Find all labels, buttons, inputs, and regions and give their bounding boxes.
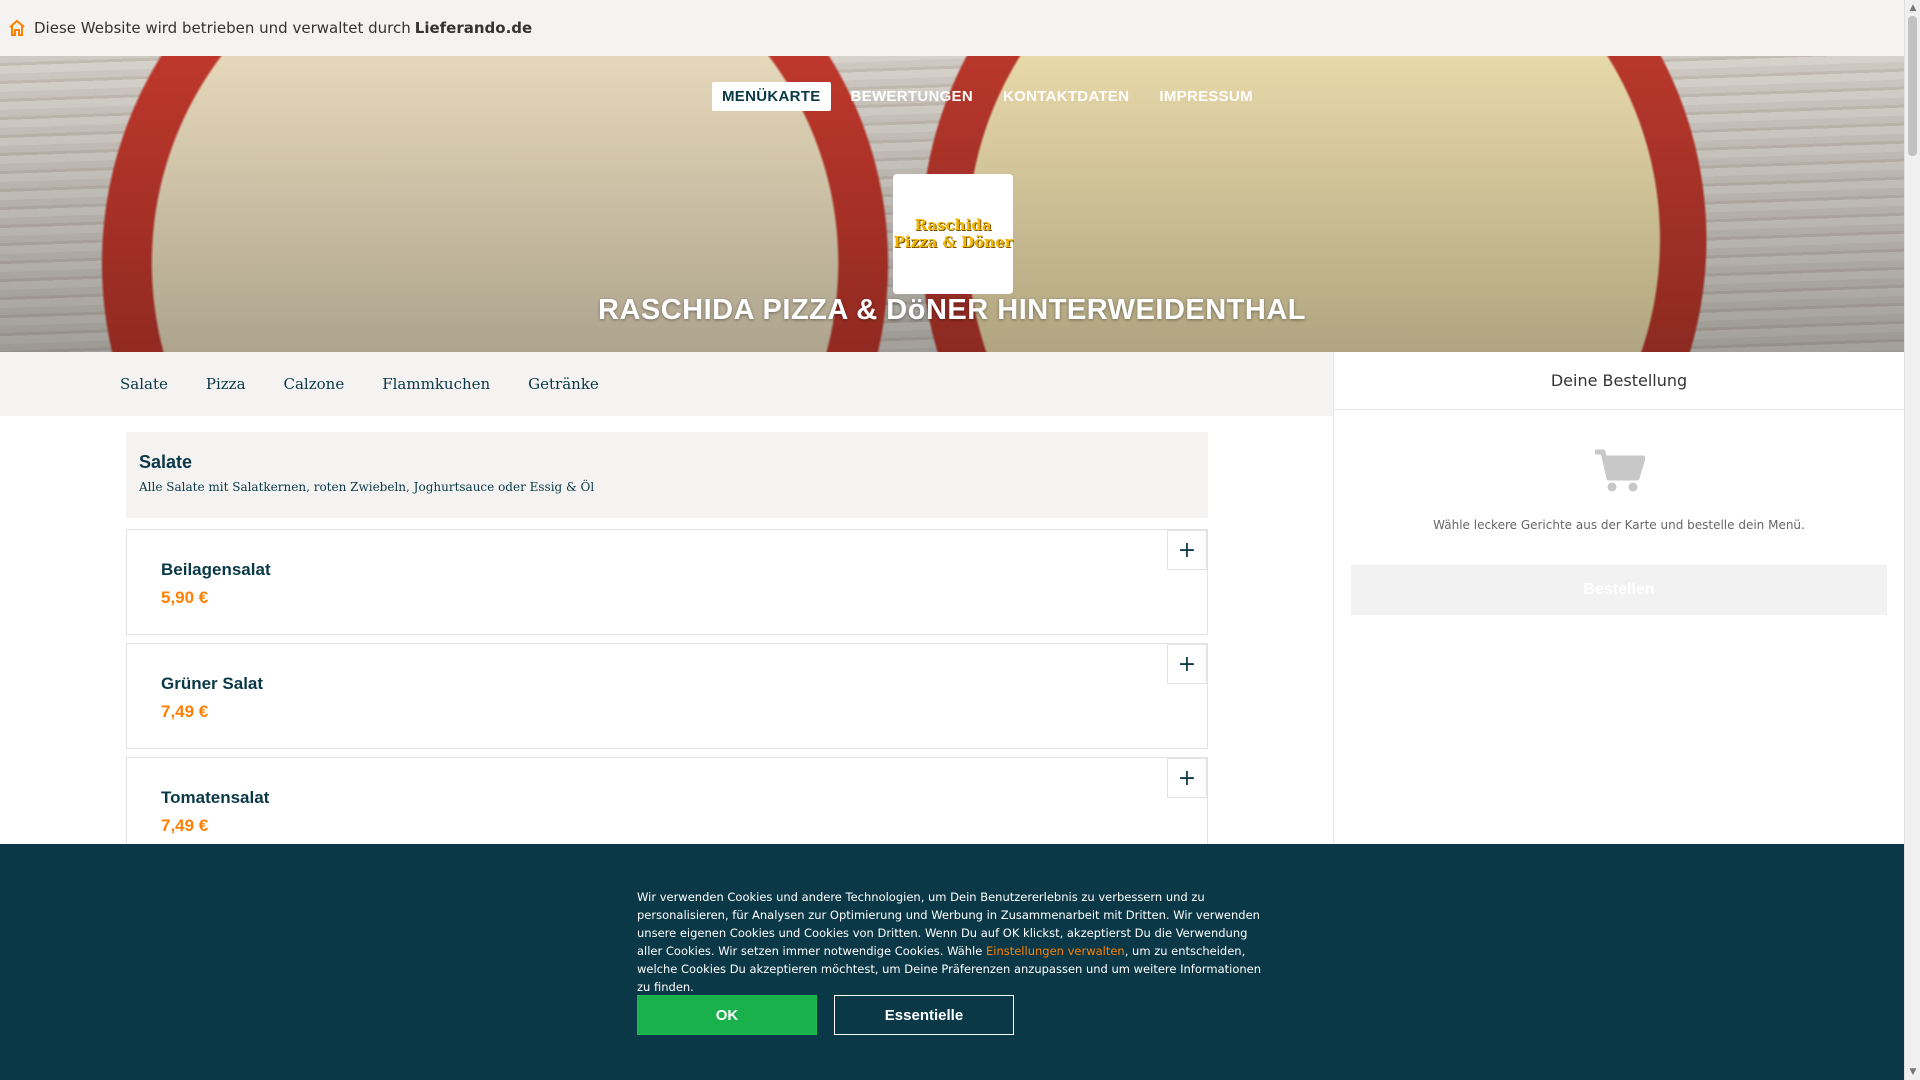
scroll-up-arrow-icon[interactable]: ▲	[1905, 0, 1920, 16]
menu-item-name: Beilagensalat	[161, 560, 271, 579]
logo-line-2: Pizza & Döner	[893, 233, 1013, 251]
add-to-cart-button[interactable]: +	[1167, 644, 1207, 684]
section-title: Salate	[139, 452, 193, 472]
menu-item-price: 7,49 €	[161, 702, 209, 721]
cookie-settings-link[interactable]: Einstellungen verwalten	[986, 944, 1125, 958]
page-scrollbar[interactable]: ▲ ▼	[1904, 0, 1920, 1080]
cookie-essential-button[interactable]: Essentielle	[834, 995, 1014, 1035]
basket-empty-text: Wähle leckere Gerichte aus der Karte und…	[1433, 518, 1805, 532]
menu-item[interactable]: Beilagensalat 5,90 € +	[126, 529, 1208, 635]
cookie-ok-button[interactable]: OK	[637, 995, 817, 1035]
nav-bewertungen[interactable]: BEWERTUNGEN	[841, 82, 983, 111]
menu-item-name: Grüner Salat	[161, 674, 264, 693]
cookie-banner: Wir verwenden Cookies und andere Technol…	[0, 844, 1904, 1080]
menu-section-header: Salate Alle Salate mit Salatkernen, rote…	[126, 432, 1208, 518]
restaurant-title: RASCHIDA PIZZA & DöNER HINTERWEIDENTHAL	[598, 294, 1306, 326]
main-nav: MENÜKARTE BEWERTUNGEN KONTAKTDATEN IMPRE…	[712, 82, 1263, 111]
menu-item-price: 7,49 €	[161, 816, 209, 835]
cart-icon	[1593, 448, 1646, 498]
scrollbar-thumb[interactable]	[1908, 16, 1917, 156]
operator-text: Diese Website wird betrieben und verwalt…	[34, 19, 411, 37]
operator-brand: Lieferando.de	[414, 19, 533, 37]
logo-line-1: Raschida	[914, 216, 992, 234]
category-nav: Salate Pizza Calzone Flammkuchen Getränk…	[0, 352, 1333, 416]
category-flammkuchen[interactable]: Flammkuchen	[382, 375, 490, 393]
basket-title: Deine Bestellung	[1334, 352, 1904, 410]
cookie-text: Wir verwenden Cookies und andere Technol…	[637, 888, 1263, 996]
menu-item-price: 5,90 €	[161, 588, 209, 607]
order-button[interactable]: Bestellen	[1351, 565, 1887, 615]
hero-banner: MENÜKARTE BEWERTUNGEN KONTAKTDATEN IMPRE…	[0, 56, 1904, 352]
menu-item-name: Tomatensalat	[161, 788, 270, 807]
category-getraenke[interactable]: Getränke	[528, 375, 599, 393]
add-to-cart-button[interactable]: +	[1167, 530, 1207, 570]
nav-kontaktdaten[interactable]: KONTAKTDATEN	[993, 82, 1139, 111]
operator-info-bar: Diese Website wird betrieben und verwalt…	[0, 0, 1904, 56]
category-calzone[interactable]: Calzone	[284, 375, 345, 393]
scroll-down-arrow-icon[interactable]: ▼	[1905, 1064, 1920, 1080]
section-description: Alle Salate mit Salatkernen, roten Zwieb…	[139, 480, 595, 494]
add-to-cart-button[interactable]: +	[1167, 758, 1207, 798]
nav-menukarte[interactable]: MENÜKARTE	[712, 82, 831, 111]
restaurant-logo: Raschida Pizza & Döner	[893, 174, 1013, 294]
category-pizza[interactable]: Pizza	[206, 375, 246, 393]
home-icon	[8, 19, 26, 37]
nav-impressum[interactable]: IMPRESSUM	[1149, 82, 1263, 111]
category-salate[interactable]: Salate	[120, 375, 168, 393]
menu-item[interactable]: Grüner Salat 7,49 € +	[126, 643, 1208, 749]
